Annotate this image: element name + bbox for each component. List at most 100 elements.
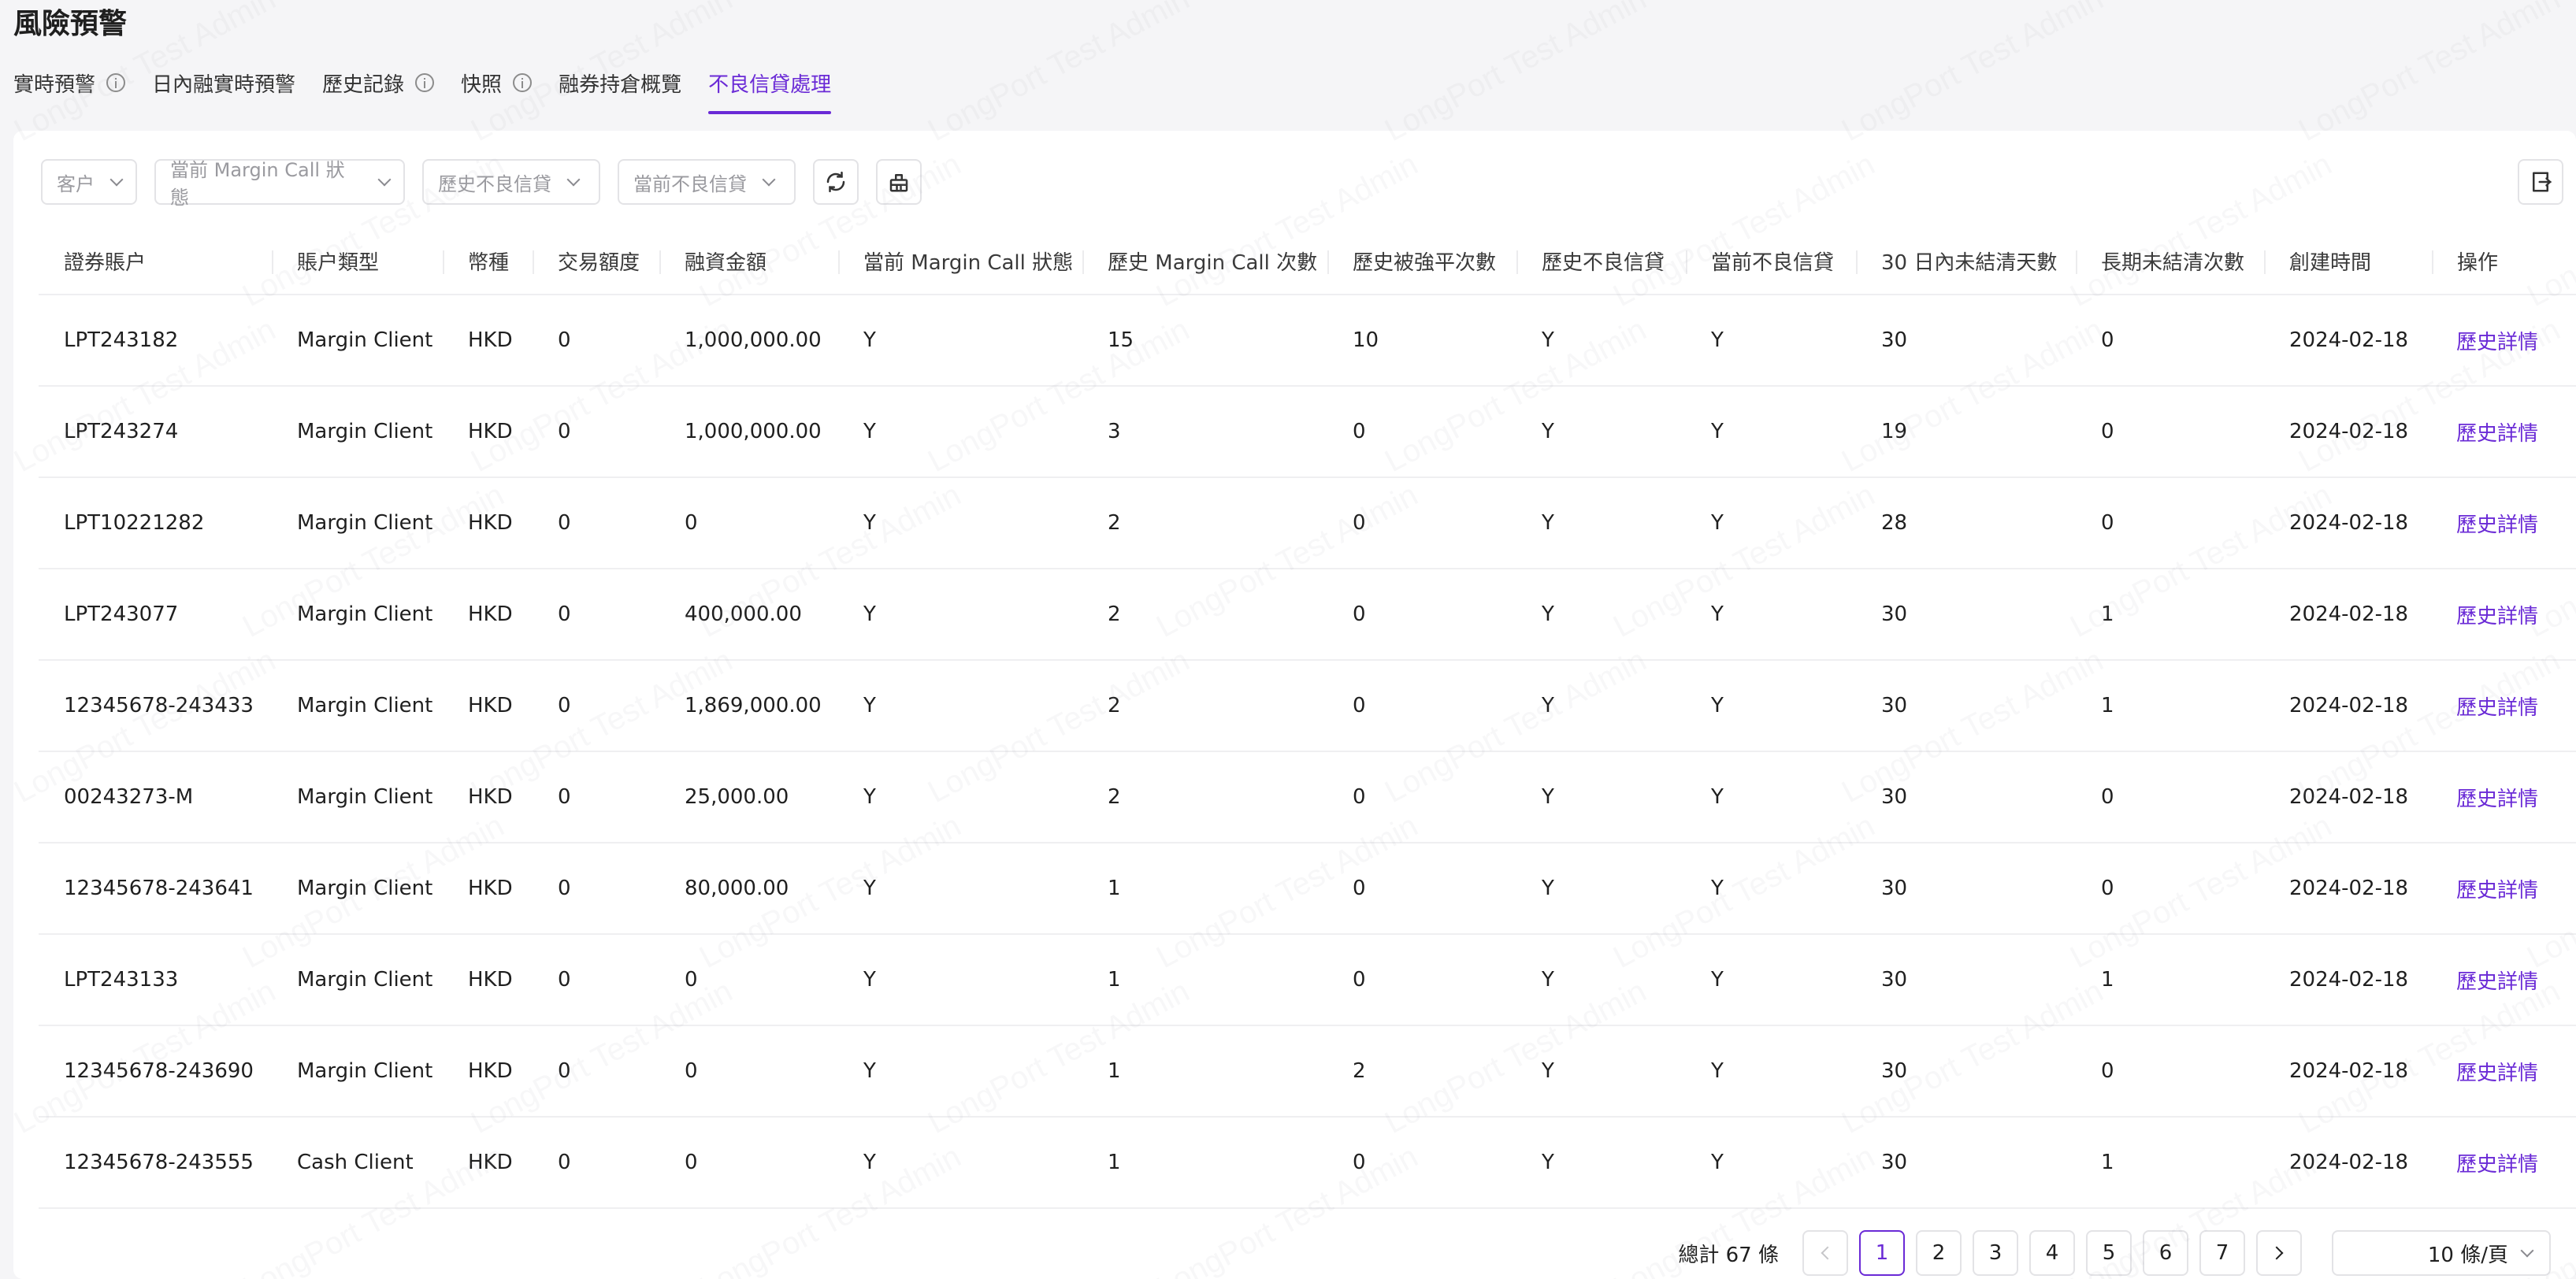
table-cell: 0 — [1327, 660, 1516, 752]
table-cell: 12345678-243641 — [39, 843, 272, 935]
tab-5[interactable]: 不良信貸處理 — [708, 65, 832, 114]
table-cell: 0 — [533, 1117, 659, 1209]
table-cell: 12345678-243690 — [39, 1025, 272, 1118]
table-cell: 0 — [533, 660, 659, 752]
table-cell: 0 — [533, 477, 659, 569]
tab-2[interactable]: 歷史記錄 — [322, 65, 435, 101]
table-cell: Y — [1516, 477, 1686, 569]
table-cell: 0 — [533, 751, 659, 843]
table-cell: Y — [838, 751, 1082, 843]
history-detail-link[interactable]: 歷史詳情 — [2432, 1117, 2576, 1209]
refresh-icon — [826, 171, 845, 193]
table-cell: Y — [1686, 569, 1856, 661]
table-cell: Y — [838, 477, 1082, 569]
info-icon[interactable] — [513, 73, 533, 92]
history-detail-link[interactable]: 歷史詳情 — [2432, 934, 2576, 1026]
next-page-button[interactable] — [2256, 1230, 2302, 1276]
clear-filters-button[interactable] — [876, 159, 922, 205]
tab-0[interactable]: 實時預警 — [13, 65, 126, 101]
table-cell: 19 — [1856, 386, 2076, 478]
table-cell: LPT243133 — [39, 934, 272, 1026]
table-cell: 0 — [659, 1117, 838, 1209]
column-header: 歷史 Margin Call 次數 — [1082, 228, 1327, 295]
table-cell: 30 — [1856, 751, 2076, 843]
table-cell: 2 — [1082, 660, 1327, 752]
history-detail-link[interactable]: 歷史詳情 — [2432, 751, 2576, 843]
table-cell: 30 — [1856, 1025, 2076, 1118]
table-cell: Margin Client — [272, 934, 443, 1026]
table-cell: HKD — [443, 751, 533, 843]
table-cell: HKD — [443, 569, 533, 661]
table-cell: 2024-02-18 — [2264, 843, 2432, 935]
history-detail-link[interactable]: 歷史詳情 — [2432, 569, 2576, 661]
margin-call-status-filter-label: 當前 Margin Call 狀態 — [170, 159, 345, 209]
page-size-select[interactable]: 10 條/頁 — [2332, 1230, 2551, 1276]
table-cell: 30 — [1856, 660, 2076, 752]
page-title: 風險預警 — [13, 8, 128, 40]
table-cell: LPT243274 — [39, 386, 272, 478]
history-detail-link[interactable]: 歷史詳情 — [2432, 843, 2576, 935]
tab-4[interactable]: 融券持倉概覽 — [559, 65, 681, 101]
table-cell: 1,869,000.00 — [659, 660, 838, 752]
history-detail-link[interactable]: 歷史詳情 — [2432, 1025, 2576, 1118]
table-row: LPT243182 Margin Client HKD 0 1,000,000.00 Y 1… — [39, 295, 2576, 387]
clear-icon — [889, 174, 908, 192]
table-cell: Y — [838, 1025, 1082, 1118]
page-button[interactable]: 3 — [1973, 1230, 2018, 1276]
tab-label: 歷史記錄 — [322, 72, 405, 97]
table-cell: 2024-02-18 — [2264, 660, 2432, 752]
table-cell: Y — [1686, 660, 1856, 752]
current-bad-credit-filter[interactable]: 當前不良信貸 — [618, 159, 796, 205]
page-button[interactable]: 4 — [2029, 1230, 2075, 1276]
page-button[interactable]: 5 — [2086, 1230, 2132, 1276]
table-cell: Y — [1516, 1025, 1686, 1118]
export-button[interactable] — [2518, 159, 2563, 205]
table-cell: Y — [838, 934, 1082, 1026]
history-detail-link[interactable]: 歷史詳情 — [2432, 477, 2576, 569]
page-button[interactable]: 6 — [2143, 1230, 2188, 1276]
tab-bar: 實時預警 日內融實時預警 歷史記錄 快照 融券持倉概覽 不良信貸處理 — [13, 65, 858, 115]
table-cell: 400,000.00 — [659, 569, 838, 661]
table-cell: 30 — [1856, 934, 2076, 1026]
column-header: 交易額度 — [533, 228, 659, 295]
prev-page-button[interactable] — [1802, 1230, 1848, 1276]
chevron-down-icon — [377, 172, 392, 187]
customer-filter[interactable]: 客户 — [41, 159, 137, 205]
table-cell: Y — [1516, 751, 1686, 843]
tab-1[interactable]: 日內融實時預警 — [152, 65, 295, 101]
table-cell: Y — [838, 843, 1082, 935]
history-detail-link[interactable]: 歷史詳情 — [2432, 295, 2576, 387]
table-cell: 0 — [533, 843, 659, 935]
table-cell: 1 — [1082, 1117, 1327, 1209]
refresh-button[interactable] — [813, 159, 859, 205]
history-bad-credit-filter[interactable]: 歷史不良信貸 — [422, 159, 600, 205]
table-cell: 2 — [1082, 751, 1327, 843]
tab-3[interactable]: 快照 — [461, 65, 533, 101]
history-detail-link[interactable]: 歷史詳情 — [2432, 386, 2576, 478]
table-cell: 30 — [1856, 295, 2076, 387]
info-icon[interactable] — [106, 73, 126, 92]
table-cell: 0 — [1327, 386, 1516, 478]
table-cell: HKD — [443, 660, 533, 752]
table-cell: 30 — [1856, 843, 2076, 935]
info-icon[interactable] — [415, 73, 435, 92]
page-button[interactable]: 7 — [2199, 1230, 2245, 1276]
table-cell: Y — [1686, 843, 1856, 935]
page-button[interactable]: 1 — [1859, 1230, 1905, 1276]
margin-call-status-filter[interactable]: 當前 Margin Call 狀態 — [154, 159, 405, 209]
column-header: 幣種 — [443, 228, 533, 295]
table-cell: 2024-02-18 — [2264, 569, 2432, 661]
table-cell: Margin Client — [272, 1025, 443, 1118]
table-cell: HKD — [443, 1117, 533, 1209]
table-cell: 0 — [2076, 386, 2264, 478]
table-cell: 0 — [2076, 751, 2264, 843]
table-row: LPT243133 Margin Client HKD 0 0 Y 1 0 Y Y 30 1 2024-… — [39, 934, 2576, 1026]
page-button[interactable]: 2 — [1916, 1230, 1962, 1276]
table-cell: Y — [1516, 934, 1686, 1026]
table-body: LPT243182 Margin Client HKD 0 1,000,000.00 Y 1… — [39, 295, 2576, 1209]
history-detail-link[interactable]: 歷史詳情 — [2432, 660, 2576, 752]
table-cell: HKD — [443, 477, 533, 569]
column-header: 當前 Margin Call 狀態 — [838, 228, 1082, 295]
table-cell: 0 — [2076, 843, 2264, 935]
table-cell: HKD — [443, 295, 533, 387]
